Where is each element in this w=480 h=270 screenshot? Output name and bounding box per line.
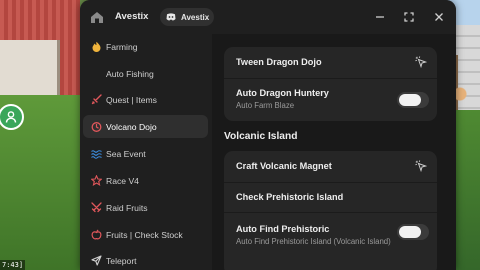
main-content: Tween Dragon Dojo Auto Dragon Huntery Au… <box>212 34 456 270</box>
home-icon[interactable] <box>90 11 104 24</box>
close-icon[interactable] <box>433 11 445 23</box>
sidebar-item-label: Race V4 <box>106 175 139 186</box>
sidebar-item-label: Raid Fruits <box>106 202 148 213</box>
sidebar-item-label: Fruits | Check Stock <box>106 229 183 240</box>
person-icon <box>5 111 17 123</box>
sidebar-item-label: Farming <box>106 41 138 52</box>
sidebar-item-label: Teleport <box>106 255 137 266</box>
star-badge-icon <box>91 175 102 186</box>
toggle-knob <box>399 94 421 106</box>
sidebar-item-label: Sea Event <box>106 148 146 159</box>
check-prehistoric-island-button[interactable]: Check Prehistoric Island <box>224 183 437 212</box>
title-bar: Avestix Avestix <box>80 0 456 34</box>
profile-chip[interactable]: Avestix <box>160 8 214 26</box>
sidebar-item-quest-items[interactable]: Quest | Items <box>83 88 208 111</box>
volcanic-island-card: Craft Volcanic Magnet Check Prehistoric … <box>224 151 437 270</box>
profile-chip-label: Avestix <box>181 12 210 22</box>
auto-find-prehistoric-row: Auto Find Prehistoric Auto Find Prehisto… <box>224 213 437 270</box>
hud-corner-text: 7:43] <box>0 260 26 270</box>
minimize-icon[interactable] <box>374 11 386 23</box>
sidebar-item-farming[interactable]: Farming <box>83 35 208 58</box>
toggle-knob <box>399 226 421 238</box>
row-title: Auto Find Prehistoric <box>236 224 330 234</box>
sidebar-item-label: Quest | Items <box>106 94 157 105</box>
apple-icon <box>91 229 102 240</box>
waves-icon <box>91 150 102 159</box>
tap-icon <box>415 160 427 172</box>
row-subtitle: Auto Find Prehistoric Island (Volcanic I… <box>236 237 391 246</box>
sidebar: Farming Auto Fishing Quest | Items Volca… <box>80 34 212 270</box>
dojo-card: Tween Dragon Dojo Auto Dragon Huntery Au… <box>224 47 437 121</box>
sidebar-item-volcano-dojo[interactable]: Volcano Dojo <box>83 115 208 138</box>
send-icon <box>91 255 102 266</box>
hub-window: Avestix Avestix Farming Auto Fishing Que… <box>80 0 456 270</box>
auto-dragon-huntery-row: Auto Dragon Huntery Auto Farm Blaze <box>224 79 437 121</box>
auto-dragon-huntery-toggle[interactable] <box>397 92 429 108</box>
row-subtitle: Auto Farm Blaze <box>236 101 295 110</box>
sidebar-item-sea-event[interactable]: Sea Event <box>83 142 208 165</box>
row-title: Auto Dragon Huntery <box>236 88 329 98</box>
tween-dragon-dojo-button[interactable]: Tween Dragon Dojo <box>224 47 437 78</box>
window-title: Avestix <box>115 11 149 22</box>
auto-find-prehistoric-toggle[interactable] <box>397 224 429 240</box>
sword-icon <box>91 94 102 105</box>
craft-volcanic-magnet-button[interactable]: Craft Volcanic Magnet <box>224 151 437 181</box>
fire-icon <box>92 41 101 52</box>
sidebar-item-raid-fruits[interactable]: Raid Fruits <box>83 196 208 219</box>
maximize-icon[interactable] <box>403 11 415 23</box>
sidebar-item-label: Auto Fishing <box>106 68 154 79</box>
row-title: Craft Volcanic Magnet <box>236 161 332 171</box>
row-title: Tween Dragon Dojo <box>236 57 322 67</box>
sidebar-item-teleport[interactable]: Teleport <box>83 249 208 270</box>
sidebar-item-label: Volcano Dojo <box>106 121 157 132</box>
swords-icon <box>91 202 102 213</box>
sidebar-item-race-v4[interactable]: Race V4 <box>83 169 208 192</box>
sidebar-item-fruits-check-stock[interactable]: Fruits | Check Stock <box>83 223 208 246</box>
volcano-icon <box>91 122 102 132</box>
sidebar-item-auto-fishing[interactable]: Auto Fishing <box>83 62 208 85</box>
section-title: Volcanic Island <box>224 131 298 142</box>
discord-icon <box>166 13 176 21</box>
row-title: Check Prehistoric Island <box>236 192 344 202</box>
tap-icon <box>415 56 427 68</box>
